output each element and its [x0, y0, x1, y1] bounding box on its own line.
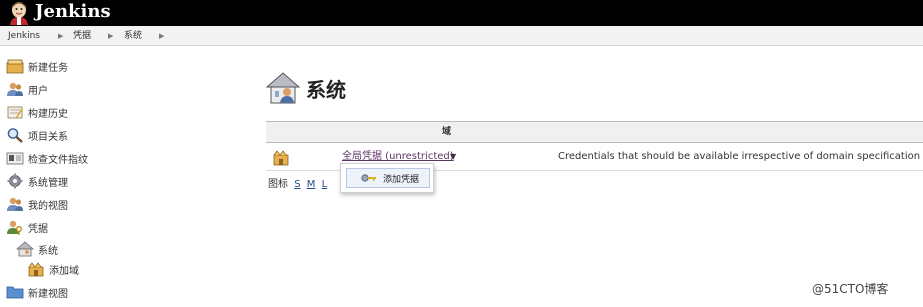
icon-size-label: 图标	[268, 179, 288, 190]
my-views-icon	[7, 197, 23, 211]
table-header: 域	[266, 121, 923, 143]
store-dropdown-menu: 添加凭据	[340, 163, 434, 193]
sidebar-item-label: 系统	[38, 245, 58, 257]
domain-column-header[interactable]: 域	[442, 122, 451, 142]
gear-icon	[7, 173, 23, 189]
brand-name[interactable]: Jenkins	[35, 0, 111, 24]
sidebar-item-my-views[interactable]: 我的视图	[6, 194, 68, 214]
fingerprint-icon	[6, 152, 24, 165]
sidebar-item-label: 我的视图	[28, 200, 68, 212]
sidebar-item-users[interactable]: 用户	[6, 79, 48, 99]
sidebar-item-new-task[interactable]: 新建任务	[6, 56, 68, 76]
icon-size-small[interactable]: S	[294, 179, 300, 190]
sidebar-item-project-relationship[interactable]: 项目关系	[6, 125, 68, 145]
sidebar-subitem-add-domain[interactable]: 添加域	[27, 260, 79, 278]
sidebar-item-new-view[interactable]: 新建视图	[6, 282, 68, 302]
sidebar-item-label: 用户	[28, 85, 48, 97]
add-credentials-menu-item[interactable]: 添加凭据	[346, 168, 430, 188]
search-icon	[7, 128, 23, 143]
breadcrumb-system[interactable]: 系统	[124, 26, 142, 46]
top-header: Jenkins	[0, 0, 923, 26]
sidebar-item-label: 系统管理	[28, 177, 68, 189]
sidebar-subitem-system[interactable]: 系统	[16, 240, 58, 258]
new-task-icon	[6, 59, 24, 74]
domain-store-icon	[273, 150, 289, 166]
key-icon	[361, 174, 376, 182]
sidebar-item-manage-jenkins[interactable]: 系统管理	[6, 171, 68, 191]
icon-size-selector: 图标 S M L	[268, 175, 327, 190]
menu-item-label: 添加凭据	[383, 174, 420, 185]
jenkins-logo-icon[interactable]	[6, 1, 32, 25]
sidebar-item-label: 添加域	[49, 265, 79, 277]
sidebar-item-label: 检查文件指纹	[28, 154, 88, 166]
system-house-icon	[266, 72, 300, 104]
icon-size-large[interactable]: L	[322, 179, 328, 190]
folder-icon	[6, 286, 24, 299]
watermark-text: @51CTO博客	[812, 282, 889, 296]
system-house-icon	[16, 241, 34, 257]
sidebar-item-label: 新建视图	[28, 288, 68, 300]
sidebar-item-label: 构建历史	[28, 108, 68, 120]
sidebar: 新建任务 用户 构建历史 项目关系 检查文件指纹 系统管理 我的视图 凭据 系统…	[0, 54, 240, 307]
page-header: 系统	[266, 70, 346, 106]
credentials-icon	[7, 220, 23, 235]
icon-size-medium[interactable]: M	[307, 179, 316, 190]
sidebar-item-build-history[interactable]: 构建历史	[6, 102, 68, 122]
sidebar-item-fingerprint[interactable]: 检查文件指纹	[6, 148, 88, 168]
sidebar-item-credentials[interactable]: 凭据	[6, 217, 48, 237]
breadcrumb-credentials[interactable]: 凭据	[73, 26, 91, 46]
users-icon	[7, 82, 23, 96]
domain-description: Credentials that should be available irr…	[558, 151, 923, 162]
add-domain-icon	[28, 262, 44, 277]
sidebar-item-label: 项目关系	[28, 131, 68, 143]
breadcrumb: Jenkins ▶ 凭据 ▶ 系统 ▶	[0, 26, 923, 46]
sidebar-item-label: 凭据	[28, 223, 48, 235]
dropdown-caret-icon[interactable]: ▼	[450, 143, 456, 171]
build-history-icon	[7, 106, 23, 119]
chevron-right-icon: ▶	[108, 32, 114, 40]
page-title: 系统	[306, 77, 346, 102]
sidebar-item-label: 新建任务	[28, 62, 68, 74]
chevron-right-icon: ▶	[159, 32, 165, 40]
chevron-right-icon: ▶	[58, 32, 64, 40]
breadcrumb-jenkins[interactable]: Jenkins	[8, 26, 40, 46]
